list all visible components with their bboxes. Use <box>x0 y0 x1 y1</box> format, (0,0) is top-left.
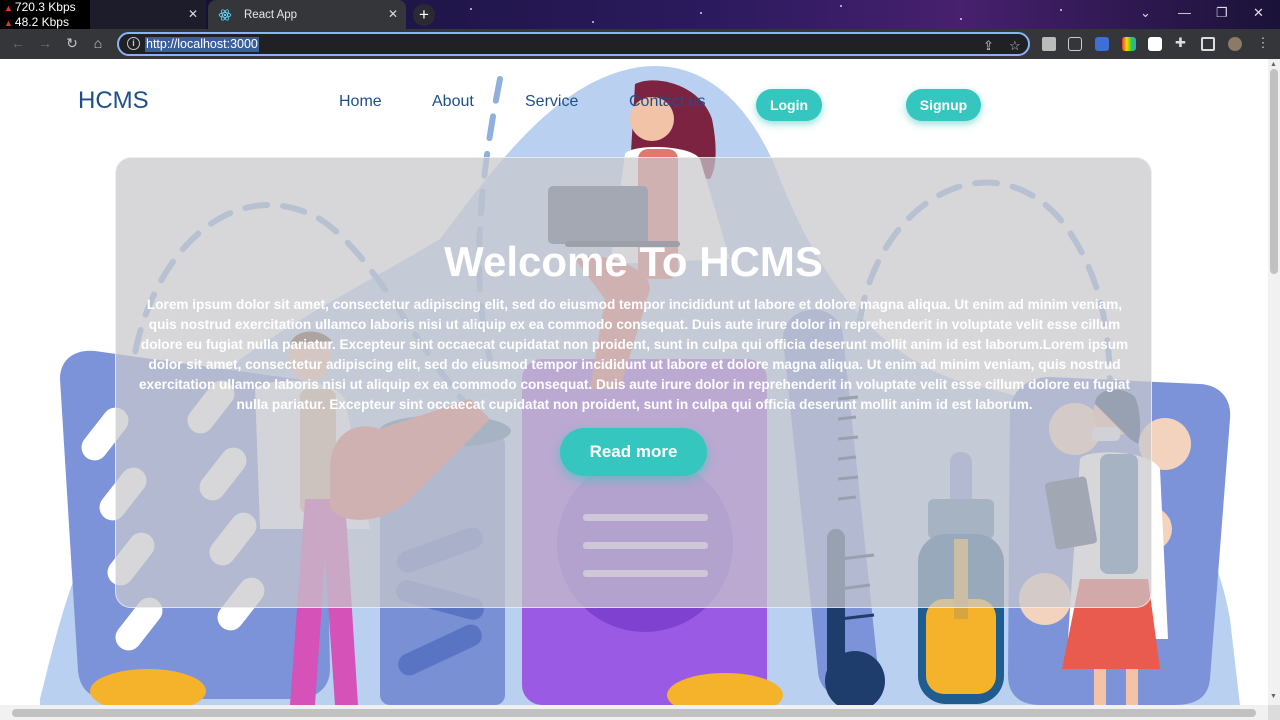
home-icon[interactable]: ⌂ <box>89 35 107 51</box>
site-info-icon[interactable]: i <box>127 37 140 50</box>
tab-react-app[interactable]: React App ✕ <box>208 0 406 29</box>
login-button[interactable]: Login <box>756 89 822 121</box>
window-close-icon[interactable]: ✕ <box>1253 5 1264 21</box>
scroll-up-icon[interactable]: ▲ <box>1270 61 1277 68</box>
react-icon <box>218 8 232 21</box>
side-panel-icon[interactable] <box>1201 37 1215 51</box>
hero-title: Welcome To HCMS <box>444 238 823 285</box>
upload-speed: 48.2 Kbps <box>14 15 69 29</box>
horizontal-scrollbar[interactable] <box>0 705 1268 720</box>
url-text[interactable]: http://localhost:3000 <box>145 37 259 52</box>
signup-button[interactable]: Signup <box>906 89 981 121</box>
download-speed: 720.3 Kbps <box>14 0 76 14</box>
camera-extension-icon[interactable] <box>1042 37 1056 51</box>
color-extension-icon[interactable] <box>1122 37 1136 51</box>
scroll-down-icon[interactable]: ▼ <box>1270 693 1277 700</box>
tab-search-icon[interactable]: ⌄ <box>1140 5 1151 21</box>
tab-label: React App <box>244 8 298 21</box>
close-icon[interactable]: ✕ <box>388 7 398 21</box>
network-speed-widget: ▲ 720.3 Kbps ▲ 48.2 Kbps <box>0 0 90 29</box>
nav-home-link[interactable]: Home <box>339 93 382 111</box>
extensions-puzzle-icon[interactable]: ✚ <box>1175 36 1189 51</box>
b-extension-icon[interactable] <box>1148 37 1162 51</box>
translate-extension-icon[interactable] <box>1095 37 1109 51</box>
hero-description: Lorem ipsum dolor sit amet, consectetur … <box>138 297 1131 412</box>
forward-icon[interactable]: → <box>36 35 54 51</box>
page-viewport: HCMS Home About Service Contact us Login… <box>0 59 1268 705</box>
brand-logo[interactable]: HCMS <box>78 87 149 115</box>
menu-kebab-icon[interactable]: ⋮ <box>1254 35 1272 51</box>
share-icon[interactable]: ⇪ <box>983 38 994 54</box>
maximize-icon[interactable]: ❐ <box>1216 5 1228 21</box>
browser-tab-strip: ▲ 720.3 Kbps ▲ 48.2 Kbps ✕ React App ✕ + ⌄… <box>0 0 1280 29</box>
address-bar[interactable]: i http://localhost:3000 ⇪ ☆ <box>117 32 1030 56</box>
nav-service-link[interactable]: Service <box>525 93 578 111</box>
new-tab-icon[interactable]: + <box>413 4 435 26</box>
scrollbar-thumb[interactable] <box>12 709 1256 717</box>
reload-icon[interactable]: ↻ <box>63 35 81 52</box>
scrollbar-thumb[interactable] <box>1270 69 1278 274</box>
nav-contact-link[interactable]: Contact us <box>629 93 705 111</box>
bookmark-star-icon[interactable]: ☆ <box>1009 38 1021 54</box>
tab-inactive[interactable]: ✕ <box>90 0 206 29</box>
vertical-scrollbar[interactable]: ▲ ▼ <box>1268 59 1280 705</box>
close-icon[interactable]: ✕ <box>188 7 198 21</box>
nav-about-link[interactable]: About <box>432 93 474 111</box>
z-extension-icon[interactable] <box>1068 37 1082 51</box>
scrollbar-corner <box>1268 705 1280 720</box>
browser-toolbar: ← → ↻ ⌂ i http://localhost:3000 ⇪ ☆ ✚ ⋮ <box>0 29 1280 59</box>
avatar[interactable] <box>1228 37 1242 51</box>
back-icon[interactable]: ← <box>9 35 27 51</box>
minimize-icon[interactable]: — <box>1178 5 1191 20</box>
hero-card: Welcome To HCMS Lorem ipsum dolor sit am… <box>115 157 1152 608</box>
read-more-button[interactable]: Read more <box>560 428 707 476</box>
